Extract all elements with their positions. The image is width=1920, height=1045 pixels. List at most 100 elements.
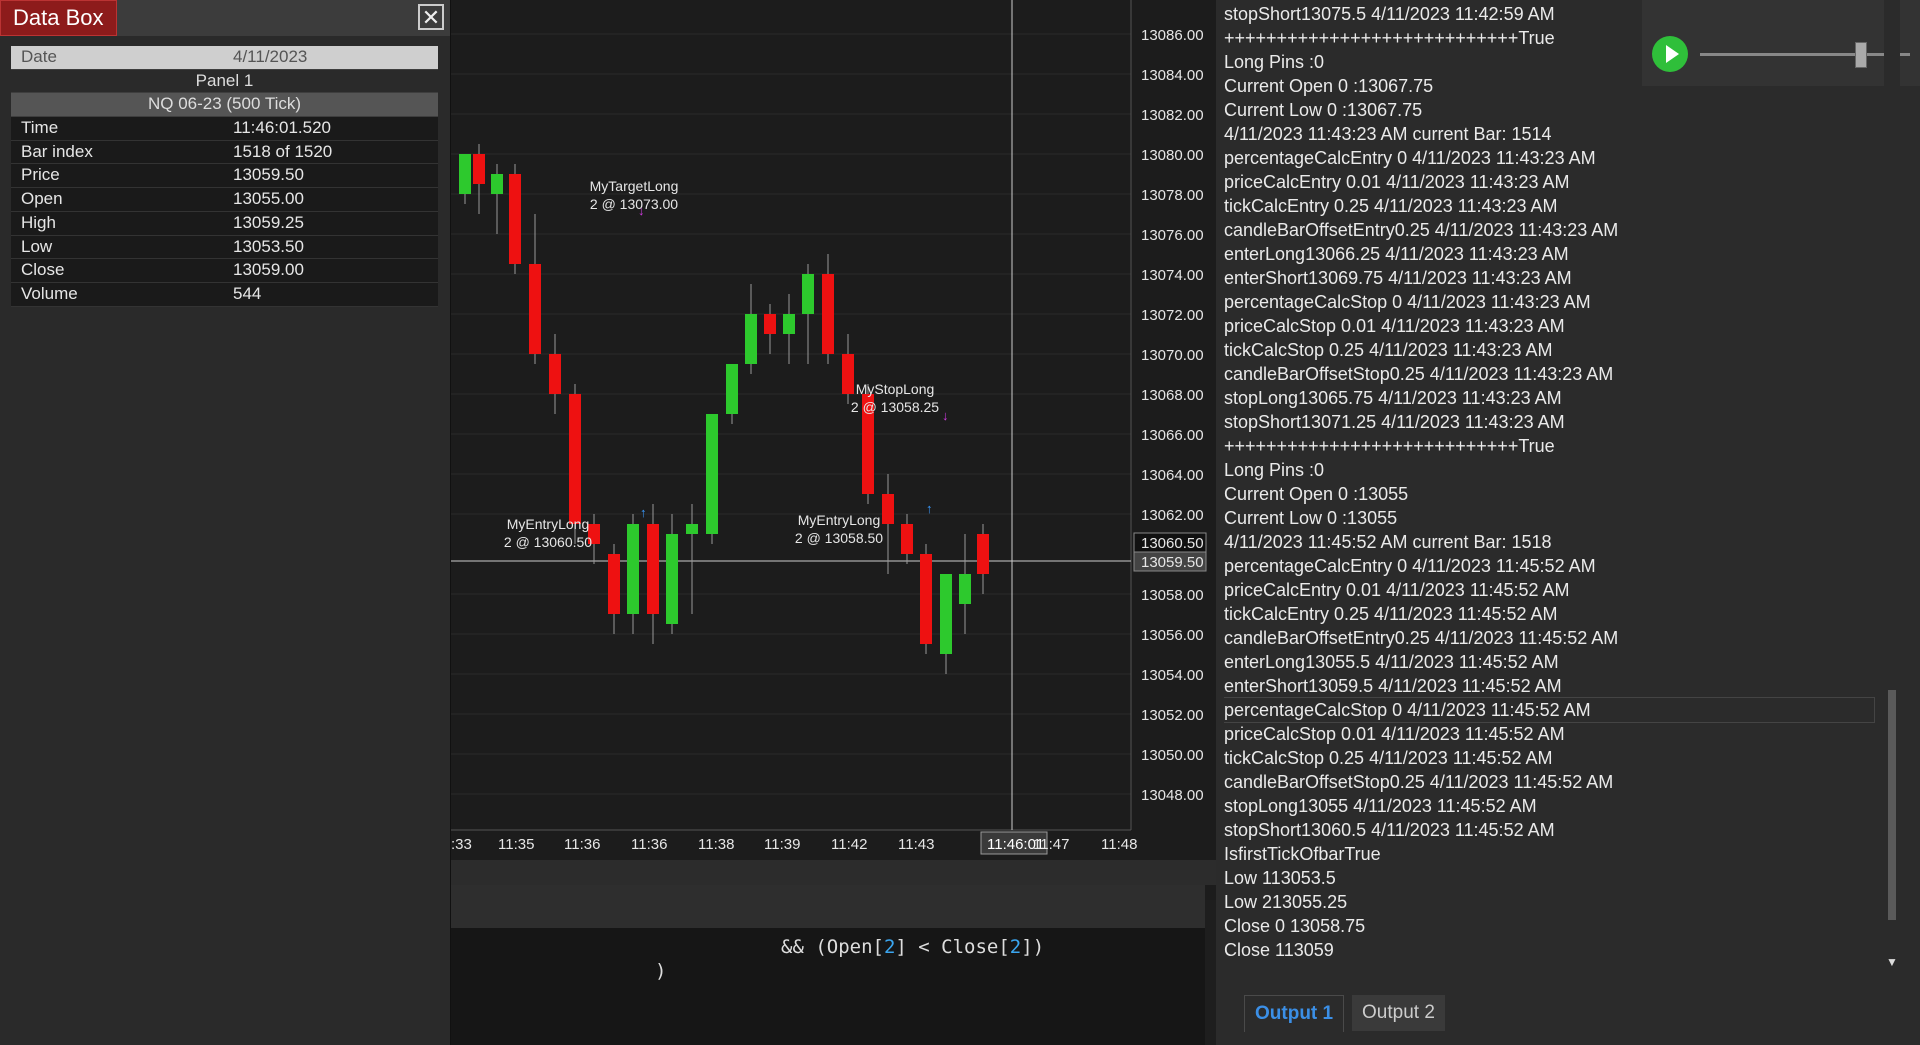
price-tick-label: 13048.00 (1141, 787, 1204, 804)
data-row: Price 13059.50 (11, 164, 438, 189)
price-tick-label: 13068.00 (1141, 387, 1204, 404)
code-token: && (Open[ (781, 936, 884, 958)
price-tick-label: 13070.00 (1141, 347, 1204, 364)
price-tick-label: 13082.00 (1141, 107, 1204, 124)
order-label-name: MyStopLong (856, 381, 935, 397)
code-number: 2 (883, 936, 896, 958)
tab-output-2[interactable]: Output 2 (1352, 995, 1445, 1031)
output-line: stopLong13065.75 4/11/2023 11:43:23 AM (1224, 388, 1562, 408)
output-line: Long Pins :0 (1224, 52, 1325, 72)
output-line: priceCalcEntry 0.01 4/11/2023 11:45:52 A… (1224, 580, 1570, 600)
price-tick-label: 13074.00 (1141, 267, 1204, 284)
output-line: percentageCalcEntry 0 4/11/2023 11:45:52… (1224, 556, 1596, 576)
price-tick-label: 13058.00 (1141, 587, 1204, 604)
output-line: Low 213055.25 (1224, 892, 1348, 912)
candle-up (959, 574, 971, 604)
price-tick-label: 13050.00 (1141, 747, 1204, 764)
order-label-qty: 2 @ 13060.50 (504, 534, 592, 550)
time-tick-label: 11:35 (498, 836, 534, 853)
price-tick-label: 13060.50 (1141, 535, 1204, 552)
data-row: Close 13059.00 (11, 259, 438, 283)
stop-arrow-icon: ↓ (942, 408, 949, 423)
data-row-label: Low (21, 236, 53, 256)
data-row-value: 11:46:01.520 (233, 118, 331, 138)
output-line: stopShort13060.5 4/11/2023 11:45:52 AM (1224, 820, 1555, 840)
candle-up (706, 414, 718, 534)
output-line: percentageCalcStop 0 4/11/2023 11:43:23 … (1224, 292, 1591, 312)
data-row-label: Open (21, 189, 63, 209)
price-tick-label: 13080.00 (1141, 147, 1204, 164)
output-line: enterShort13069.75 4/11/2023 11:43:23 AM (1224, 268, 1572, 288)
time-tick-label: 11:48 (1101, 836, 1137, 853)
output-line: 4/11/2023 11:43:23 AM current Bar: 1514 (1224, 124, 1552, 144)
data-row-value: 13059.50 (233, 165, 304, 185)
output-line: Current Open 0 :13067.75 (1224, 76, 1434, 96)
output-line: enterLong13055.5 4/11/2023 11:45:52 AM (1224, 652, 1559, 672)
data-row-label: Close (21, 260, 65, 280)
time-tick-label: 11:43 (898, 836, 934, 853)
candle-down (920, 554, 932, 644)
date-row: Date 4/11/2023 (11, 46, 438, 70)
output-line: Low 113053.5 (1224, 868, 1336, 888)
candle-up (459, 154, 471, 194)
close-icon[interactable]: ✕ (418, 4, 444, 30)
code-token: ] < Close[ (895, 936, 1010, 958)
time-tick-label: 11:36 (564, 836, 600, 853)
candle-up (940, 574, 952, 654)
price-tick-label: 13059.50 (1141, 554, 1204, 571)
candle-down (647, 524, 659, 614)
output-scrollbar-thumb[interactable] (1888, 690, 1896, 920)
output-line: priceCalcEntry 0.01 4/11/2023 11:43:23 A… (1224, 172, 1570, 192)
code-token: ]) (1021, 936, 1045, 958)
order-label-qty: 2 @ 13058.50 (795, 530, 883, 546)
output-line: stopShort13071.25 4/11/2023 11:43:23 AM (1224, 412, 1565, 432)
candle-up (686, 524, 698, 534)
price-tick-label: 13078.00 (1141, 187, 1204, 204)
data-row: Bar index 1518 of 1520 (11, 140, 438, 165)
output-line: stopLong13055 4/11/2023 11:45:52 AM (1224, 796, 1537, 816)
output-line: 4/11/2023 11:45:52 AM current Bar: 1518 (1224, 532, 1552, 552)
data-row-label: High (21, 212, 56, 232)
candle-down (882, 494, 894, 524)
scroll-down-icon[interactable]: ▼ (1884, 955, 1900, 969)
candle-down (764, 314, 776, 334)
output-line: candleBarOffsetEntry0.25 4/11/2023 11:43… (1224, 220, 1619, 240)
candle-down (473, 154, 485, 184)
price-tick-label: 13056.00 (1141, 627, 1204, 644)
date-label: Date (21, 47, 57, 66)
output-line: percentageCalcEntry 0 4/11/2023 11:43:23… (1224, 148, 1596, 168)
output-line: Close 113059 (1224, 940, 1334, 960)
candle-down (977, 534, 989, 574)
editor-toolbar (451, 885, 1205, 928)
data-box-table: Date 4/11/2023 Panel 1 NQ 06-23 (500 Tic… (11, 46, 438, 307)
candle-up (491, 174, 503, 194)
candle-down (901, 524, 913, 554)
code-editor[interactable]: && (Open[2] < Close[2]) ) (451, 928, 1205, 1045)
output-log[interactable]: stopShort13075.5 4/11/2023 11:42:59 AM ++… (1224, 0, 1884, 970)
data-row-value: 13053.50 (233, 236, 304, 256)
output-line: Close 0 13058.75 (1224, 916, 1366, 936)
data-row-value: 544 (233, 283, 262, 303)
price-tick-label: 13052.00 (1141, 707, 1204, 724)
time-tick-label: 11:38 (698, 836, 734, 853)
data-row-value: 13059.00 (233, 260, 304, 280)
candle-down (608, 554, 620, 614)
candle-up (783, 314, 795, 334)
price-tick-label: 13084.00 (1141, 67, 1204, 84)
time-tick-label: 11:47 (1033, 836, 1069, 853)
output-line: priceCalcStop 0.01 4/11/2023 11:43:23 AM (1224, 316, 1565, 336)
output-line: percentageCalcStop 0 4/11/2023 11:45:52 … (1224, 697, 1875, 723)
time-tick-label: 11:39 (764, 836, 800, 853)
data-row-label: Time (21, 118, 59, 138)
output-line: candleBarOffsetEntry0.25 4/11/2023 11:45… (1224, 628, 1619, 648)
price-tick-label: 13062.00 (1141, 507, 1204, 524)
data-row-value: 13055.00 (233, 189, 304, 209)
output-line: ++++++++++++++++++++++++++++True (1224, 436, 1555, 456)
candle-down (842, 354, 854, 394)
data-row-value: 13059.25 (233, 212, 304, 232)
output-line: Long Pins :0 (1224, 460, 1325, 480)
tab-output-1[interactable]: Output 1 (1244, 995, 1345, 1032)
output-line: tickCalcStop 0.25 4/11/2023 11:45:52 AM (1224, 748, 1553, 768)
price-tick-label: 13086.00 (1141, 27, 1204, 44)
candle-up (802, 274, 814, 314)
